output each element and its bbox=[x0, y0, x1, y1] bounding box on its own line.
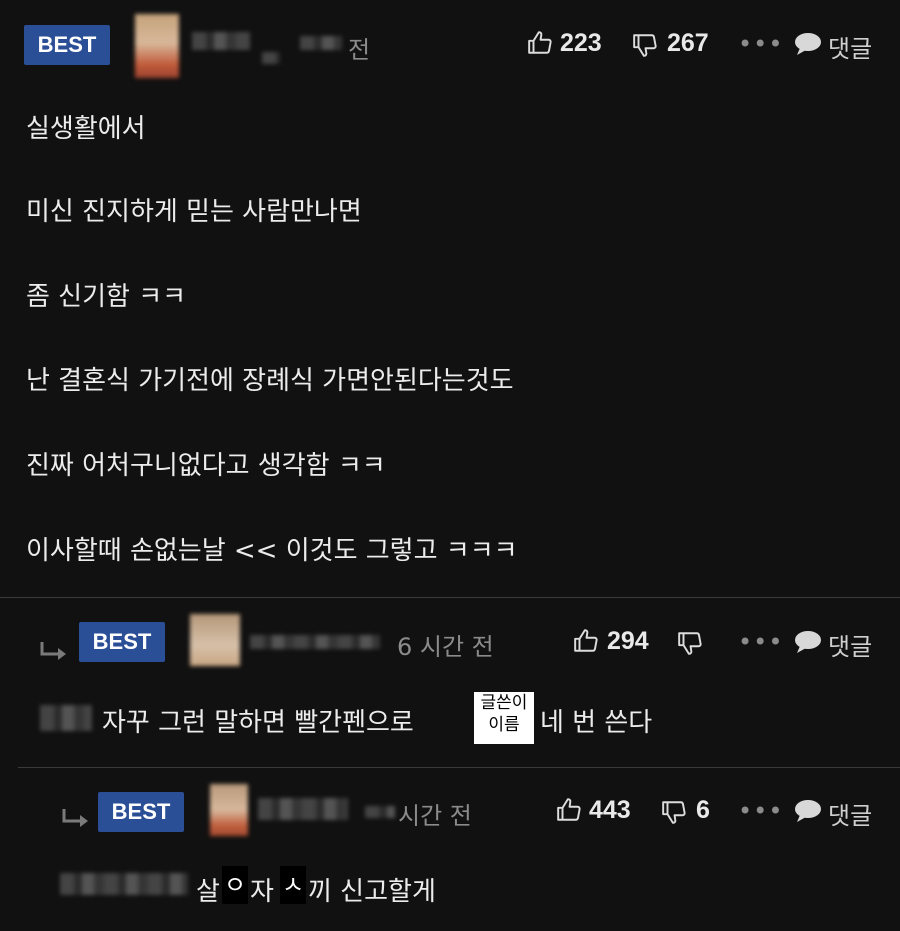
avatar[interactable] bbox=[210, 784, 248, 836]
more-icon[interactable]: ••• bbox=[738, 30, 783, 58]
dislike-count: 6 bbox=[696, 796, 710, 824]
username-redacted-2 bbox=[262, 52, 280, 64]
best-badge: BEST bbox=[79, 622, 165, 662]
username-redacted-3 bbox=[300, 36, 342, 50]
comment-text: 네 번 쓴다 bbox=[540, 708, 653, 738]
mention-redacted[interactable] bbox=[60, 873, 188, 895]
reply-button[interactable]: 댓글 bbox=[828, 29, 872, 64]
reply-arrow-icon bbox=[40, 642, 66, 660]
divider bbox=[18, 767, 900, 768]
comment-text: 자꾸 그런 말하면 빨간펜으로 bbox=[102, 708, 414, 738]
divider bbox=[0, 597, 900, 598]
avatar[interactable] bbox=[135, 14, 179, 78]
comment-line: 진짜 어처구니없다고 생각함 ㅋㅋ bbox=[26, 451, 386, 481]
dislike-count: 267 bbox=[667, 29, 709, 57]
comment-time: 6 시간 전 bbox=[397, 633, 494, 661]
comment-line: 난 결혼식 가기전에 장례식 가면안된다는것도 bbox=[26, 366, 514, 396]
like-count: 294 bbox=[607, 627, 649, 655]
comment-line: 이사할때 손없는날 << 이것도 그렇고 ㅋㅋㅋ bbox=[26, 536, 518, 566]
like-count: 443 bbox=[589, 796, 631, 824]
name-overlay: 글쓴이 이름 bbox=[474, 692, 534, 744]
comment-line: 좀 신기함 ㅋㅋ bbox=[26, 282, 187, 312]
thumbs-down-icon[interactable] bbox=[661, 799, 687, 825]
username-redacted[interactable] bbox=[258, 798, 348, 820]
best-badge: BEST bbox=[98, 792, 184, 832]
name-overlay-line: 이름 bbox=[488, 715, 520, 735]
censor-mask: ㅅ bbox=[280, 866, 306, 904]
speech-bubble-icon[interactable] bbox=[794, 799, 822, 823]
thumbs-down-icon[interactable] bbox=[632, 32, 658, 58]
censor-mask: ㅇ bbox=[222, 866, 248, 904]
comment-text: 끼 신고할게 bbox=[308, 877, 436, 907]
comment-time: 전 bbox=[348, 36, 371, 64]
more-icon[interactable]: ••• bbox=[738, 797, 783, 825]
avatar[interactable] bbox=[190, 614, 240, 666]
reply-button[interactable]: 댓글 bbox=[828, 796, 872, 831]
username-redacted[interactable] bbox=[192, 32, 250, 50]
reply-arrow-icon bbox=[62, 809, 88, 827]
more-icon[interactable]: ••• bbox=[738, 628, 783, 656]
like-count: 223 bbox=[560, 29, 602, 57]
comment-time: 시간 전 bbox=[398, 802, 472, 830]
username-redacted[interactable] bbox=[250, 635, 380, 649]
thumbs-up-icon[interactable] bbox=[573, 628, 599, 654]
speech-bubble-icon[interactable] bbox=[794, 630, 822, 654]
speech-bubble-icon[interactable] bbox=[794, 32, 822, 56]
username-redacted-2 bbox=[365, 806, 395, 818]
best-badge: BEST bbox=[24, 25, 110, 65]
comment-text: 살 bbox=[196, 877, 220, 907]
reply-button[interactable]: 댓글 bbox=[828, 627, 872, 662]
mention-redacted[interactable] bbox=[40, 705, 92, 731]
thumbs-up-icon[interactable] bbox=[556, 797, 582, 823]
thumbs-down-icon[interactable] bbox=[677, 630, 703, 656]
thumbs-up-icon[interactable] bbox=[527, 30, 553, 56]
comment-line: 미신 진지하게 믿는 사람만나면 bbox=[26, 197, 362, 227]
comment-line: 실생활에서 bbox=[26, 114, 146, 144]
comment-text: 자 bbox=[250, 877, 274, 907]
name-overlay-line: 글쓴이 bbox=[480, 693, 528, 713]
